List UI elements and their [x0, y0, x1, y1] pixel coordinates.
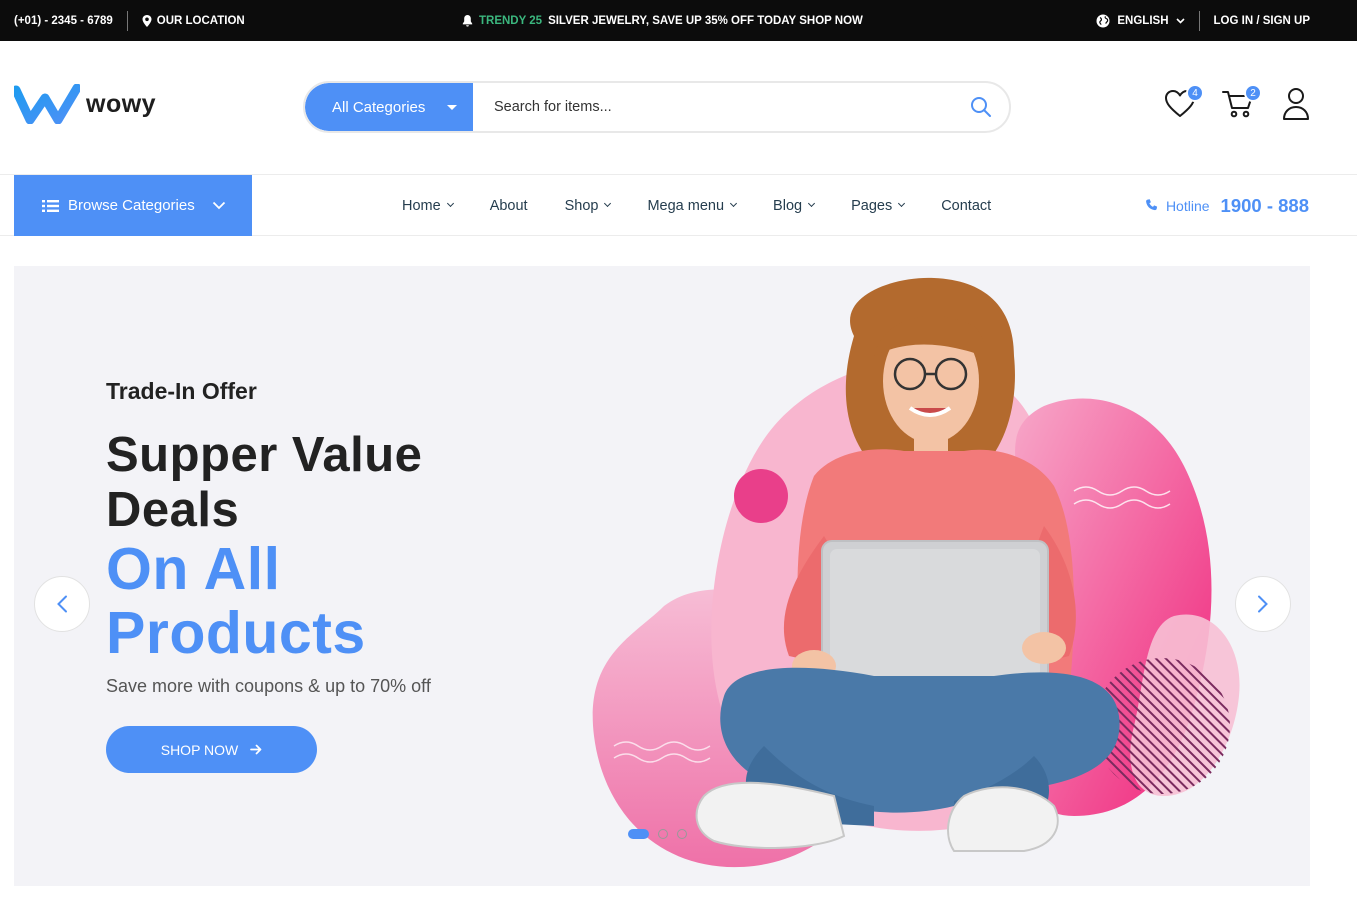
header-actions: 4 2: [1162, 84, 1314, 122]
nav-item-blog[interactable]: Blog: [773, 197, 816, 214]
logo[interactable]: wowy: [14, 84, 156, 124]
nav-menu: Home About Shop Mega menu Blog Pages Con…: [402, 175, 1028, 236]
login-signup-link[interactable]: LOG IN / SIGN UP: [1214, 15, 1310, 27]
search-input[interactable]: [473, 83, 953, 131]
search-icon: [971, 97, 991, 117]
chevron-down-icon: [730, 199, 738, 208]
promo-highlight: TRENDY 25: [479, 14, 543, 27]
top-bar-right: ENGLISH LOG IN / SIGN UP: [1096, 0, 1310, 41]
account-button[interactable]: [1278, 86, 1314, 122]
logo-text: wowy: [86, 89, 157, 118]
bell-icon: [462, 14, 473, 26]
nav-item-label: Blog: [773, 197, 803, 214]
chevron-down-icon: [446, 199, 454, 208]
slider-dot[interactable]: [677, 829, 687, 839]
top-bar-left: (+01) - 2345 - 6789 OUR LOCATION: [14, 0, 245, 41]
hero-title-highlight: On All Products: [106, 537, 366, 665]
nav-item-shop[interactable]: Shop: [564, 197, 612, 214]
cart-count-badge: 2: [1244, 84, 1262, 102]
hero-title-line: Products: [106, 600, 366, 666]
chevron-down-icon: [1175, 17, 1185, 24]
chevron-down-icon: [212, 201, 225, 210]
browse-categories-label: Browse Categories: [68, 197, 195, 214]
nav-item-label: Pages: [851, 197, 893, 214]
language-select[interactable]: ENGLISH: [1096, 14, 1185, 28]
language-label: ENGLISH: [1117, 14, 1169, 27]
slider-next-button[interactable]: [1235, 576, 1291, 632]
phone-number[interactable]: (+01) - 2345 - 6789: [14, 15, 113, 27]
slider-prev-button[interactable]: [34, 576, 90, 632]
chevron-left-icon: [57, 595, 67, 613]
nav-item-mega-menu[interactable]: Mega menu: [647, 197, 738, 214]
nav-item-contact[interactable]: Contact: [941, 198, 991, 214]
search-bar: All Categories: [303, 81, 1011, 133]
globe-icon: [1096, 14, 1110, 27]
hotline-label: Hotline: [1165, 197, 1210, 214]
promo-banner[interactable]: TRENDY 25 SILVER JEWELRY, SAVE UP 35% OF…: [462, 0, 863, 41]
hero-subtitle: Save more with coupons & up to 70% off: [106, 676, 431, 696]
nav-item-label: Contact: [941, 197, 992, 214]
hero-pretitle: Trade-In Offer: [106, 378, 257, 404]
slider-dot[interactable]: [628, 829, 649, 839]
hero-title: Supper Value Deals: [106, 428, 422, 538]
slider-dots: [628, 829, 687, 839]
main-nav: Browse Categories Home About Shop Mega m…: [0, 174, 1357, 236]
hero-title-line: Supper Value: [106, 428, 423, 482]
caret-down-icon: [447, 104, 457, 110]
top-bar: (+01) - 2345 - 6789 OUR LOCATION TRENDY …: [0, 0, 1357, 41]
nav-item-label: Mega menu: [647, 197, 725, 214]
slider-dot[interactable]: [658, 829, 668, 839]
hero-title-line: Deals: [106, 483, 240, 537]
wishlist-button[interactable]: 4: [1162, 84, 1204, 122]
shop-now-label: SHOP NOW: [160, 741, 239, 758]
category-select[interactable]: All Categories: [305, 83, 473, 131]
location-label: OUR LOCATION: [156, 14, 245, 27]
wishlist-count-badge: 4: [1186, 84, 1204, 102]
cart-button[interactable]: 2: [1220, 84, 1262, 122]
phone-icon: [1146, 199, 1158, 211]
hero-slider: Trade-In Offer Supper Value Deals On All…: [14, 266, 1310, 886]
hero-title-line: On All: [106, 536, 281, 602]
chevron-down-icon: [808, 199, 816, 208]
search-button[interactable]: [953, 83, 1009, 131]
divider: [1198, 10, 1200, 31]
user-icon: [1283, 88, 1309, 120]
chevron-right-icon: [1258, 595, 1268, 613]
nav-item-label: Home: [402, 197, 441, 214]
arrow-right-icon: [250, 744, 262, 755]
hero-image: [592, 277, 1240, 868]
chevron-down-icon: [604, 199, 612, 208]
browse-categories-button[interactable]: Browse Categories: [14, 175, 252, 236]
nav-item-pages[interactable]: Pages: [851, 197, 906, 214]
hotline[interactable]: Hotline 1900 - 888: [1145, 175, 1309, 236]
list-icon: [42, 199, 59, 212]
location-link[interactable]: OUR LOCATION: [142, 14, 245, 27]
nav-item-home[interactable]: Home: [402, 197, 454, 214]
map-pin-icon: [142, 14, 152, 27]
logo-mark-icon: [14, 84, 80, 124]
hotline-number: 1900 - 888: [1220, 194, 1309, 216]
divider: [126, 10, 128, 31]
nav-item-label: Shop: [564, 197, 599, 214]
shop-now-button[interactable]: SHOP NOW: [106, 726, 317, 773]
category-select-label: All Categories: [332, 98, 426, 116]
promo-text: SILVER JEWELRY, SAVE UP 35% OFF TODAY SH…: [548, 14, 863, 27]
chevron-down-icon: [898, 199, 906, 208]
nav-item-about[interactable]: About: [490, 198, 528, 214]
nav-item-label: About: [489, 197, 528, 214]
